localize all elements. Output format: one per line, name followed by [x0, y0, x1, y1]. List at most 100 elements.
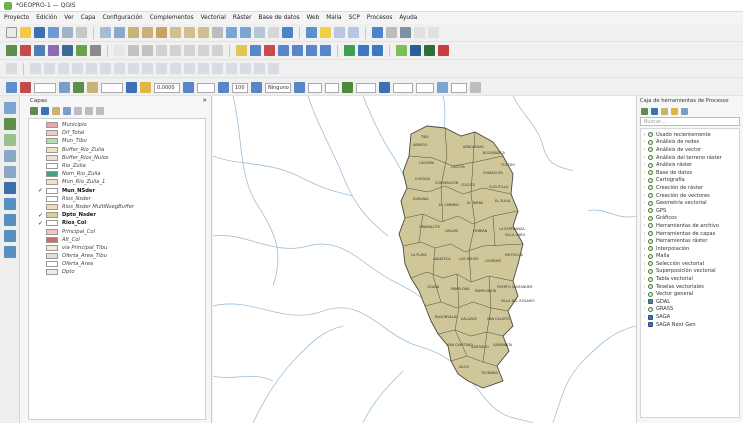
- chevron-right-icon[interactable]: ›: [641, 139, 648, 145]
- layer-item[interactable]: Oferta_Area: [29, 260, 205, 268]
- snapping-layers-icon[interactable]: [20, 82, 31, 93]
- delete-part-icon[interactable]: [142, 63, 153, 74]
- menu-vectorial[interactable]: Vectorial: [201, 15, 226, 21]
- processing-group-item[interactable]: › Superposición vectorial: [641, 268, 739, 276]
- field-calculator-icon[interactable]: [348, 27, 359, 38]
- add-vector-layer-icon[interactable]: [6, 45, 17, 56]
- log-messages-icon[interactable]: [470, 82, 481, 93]
- units-icon[interactable]: [183, 82, 194, 93]
- processing-group-item[interactable]: › Geometría vectorial: [641, 199, 739, 207]
- chevron-right-icon[interactable]: ›: [641, 306, 648, 312]
- render-icon[interactable]: [437, 82, 448, 93]
- processing-group-item[interactable]: › Creación de ráster: [641, 184, 739, 192]
- vertex-tool-icon[interactable]: [170, 45, 181, 56]
- chevron-right-icon[interactable]: ›: [641, 147, 648, 153]
- chevron-right-icon[interactable]: ›: [641, 253, 648, 259]
- processing-group-item[interactable]: › Herramientas de capas: [641, 230, 739, 238]
- refresh-icon[interactable]: [282, 27, 293, 38]
- models-icon[interactable]: [641, 107, 648, 115]
- add-delimited-text-icon[interactable]: [90, 45, 101, 56]
- simplify-icon[interactable]: [72, 63, 83, 74]
- rotate-symbols-icon[interactable]: [240, 63, 251, 74]
- processing-group-item[interactable]: › GPS: [641, 207, 739, 215]
- chevron-right-icon[interactable]: ›: [641, 231, 648, 237]
- magnifier-icon[interactable]: [342, 82, 353, 93]
- filter-legend-icon[interactable]: [63, 107, 71, 115]
- add-wms-tool-icon[interactable]: [3, 198, 16, 210]
- pin-labels-icon[interactable]: [250, 45, 261, 56]
- diagram-icon[interactable]: [320, 45, 331, 56]
- manage-themes-icon[interactable]: [52, 107, 60, 115]
- add-csv-tool-icon[interactable]: [3, 150, 16, 162]
- messages-input[interactable]: [451, 82, 467, 93]
- chevron-right-icon[interactable]: ›: [641, 238, 648, 244]
- layer-item[interactable]: Nom_Rio_Zulia: [29, 170, 205, 178]
- zoom-native-icon[interactable]: [212, 27, 223, 38]
- add-spatialite-icon[interactable]: [34, 45, 45, 56]
- add-postgis-tool-icon[interactable]: [3, 182, 16, 194]
- add-spatialite-tool-icon[interactable]: [3, 166, 16, 178]
- chevron-right-icon[interactable]: ›: [641, 223, 648, 229]
- snap-area-icon[interactable]: [87, 82, 98, 93]
- coordinate-input[interactable]: [416, 82, 434, 93]
- change-label-icon[interactable]: [306, 45, 317, 56]
- processing-group-item[interactable]: › Análisis ráster: [641, 161, 739, 169]
- zoom-rubberband-icon[interactable]: [156, 27, 167, 38]
- processing-group-item[interactable]: › Tabla vectorial: [641, 275, 739, 283]
- redo-icon[interactable]: [44, 63, 55, 74]
- add-raster-layer-icon[interactable]: [20, 45, 31, 56]
- processing-group-item[interactable]: › SAGA: [641, 313, 739, 321]
- menu-proyecto[interactable]: Proyecto: [4, 15, 29, 21]
- layer-item[interactable]: Rios_Nsder MultiNsegBuffer: [29, 203, 205, 211]
- plugin-d-icon[interactable]: [424, 45, 435, 56]
- processing-group-item[interactable]: › Interpolación: [641, 245, 739, 253]
- menu-capa[interactable]: Capa: [81, 15, 96, 21]
- reverse-line-icon[interactable]: [254, 63, 265, 74]
- delete-selected-icon[interactable]: [184, 45, 195, 56]
- chevron-right-icon[interactable]: ›: [641, 299, 648, 305]
- scripts-icon[interactable]: [651, 107, 658, 115]
- add-wfs-icon[interactable]: [76, 45, 87, 56]
- layer-item[interactable]: Municipio: [29, 121, 205, 129]
- chevron-right-icon[interactable]: ›: [641, 215, 648, 221]
- merge-features-icon[interactable]: [212, 63, 223, 74]
- layer-item[interactable]: Rio_Zulia: [29, 162, 205, 170]
- print-layout-icon[interactable]: [62, 27, 73, 38]
- new-map-view-icon[interactable]: [254, 27, 265, 38]
- digitize-icon[interactable]: [114, 45, 125, 56]
- layer-item[interactable]: ✓ Mun_NSder: [29, 187, 205, 195]
- layer-item[interactable]: Buffer_Rios_Nulos: [29, 154, 205, 162]
- split-parts-icon[interactable]: [198, 63, 209, 74]
- processing-search-input[interactable]: Buscar...: [640, 117, 740, 126]
- units-input[interactable]: [197, 82, 215, 93]
- label-tool-icon[interactable]: [236, 45, 247, 56]
- processing-group-item[interactable]: › Malla: [641, 253, 739, 261]
- advanced-digitize-icon[interactable]: [6, 63, 17, 74]
- crs-icon[interactable]: [379, 82, 390, 93]
- expand-all-icon[interactable]: [74, 107, 82, 115]
- chevron-right-icon[interactable]: ›: [641, 284, 648, 290]
- menu-base-de-datos[interactable]: Base de datos: [259, 15, 300, 21]
- add-wms-icon[interactable]: [62, 45, 73, 56]
- chevron-right-icon[interactable]: ›: [641, 314, 648, 320]
- snap-segment-icon[interactable]: [73, 82, 84, 93]
- attribute-table-icon[interactable]: [372, 27, 383, 38]
- processing-group-item[interactable]: › Gráficos: [641, 215, 739, 223]
- menu-ver[interactable]: Ver: [64, 15, 73, 21]
- add-wcs-tool-icon[interactable]: [3, 214, 16, 226]
- layer-item[interactable]: Mun_Tibu: [29, 137, 205, 145]
- pan-to-selection-icon[interactable]: [114, 27, 125, 38]
- menu-procesos[interactable]: Procesos: [367, 15, 393, 21]
- processing-group-item[interactable]: › Cartografía: [641, 177, 739, 185]
- layer-item[interactable]: Buffer_Rio_Zulia: [29, 146, 205, 154]
- edit-in-place-icon[interactable]: [681, 107, 688, 115]
- chevron-right-icon[interactable]: ›: [641, 276, 648, 282]
- menu-malla[interactable]: Malla: [326, 15, 341, 21]
- extent-input[interactable]: [308, 82, 322, 93]
- layer-item[interactable]: ✓ Dpto_Nsder: [29, 211, 205, 219]
- toggle-editing-icon[interactable]: [128, 45, 139, 56]
- chevron-right-icon[interactable]: ›: [641, 170, 648, 176]
- selection-icon[interactable]: [251, 82, 262, 93]
- layer-item[interactable]: Mun_Rio_Zulia_1: [29, 178, 205, 186]
- layer-visibility-checkbox[interactable]: ✓: [37, 187, 44, 194]
